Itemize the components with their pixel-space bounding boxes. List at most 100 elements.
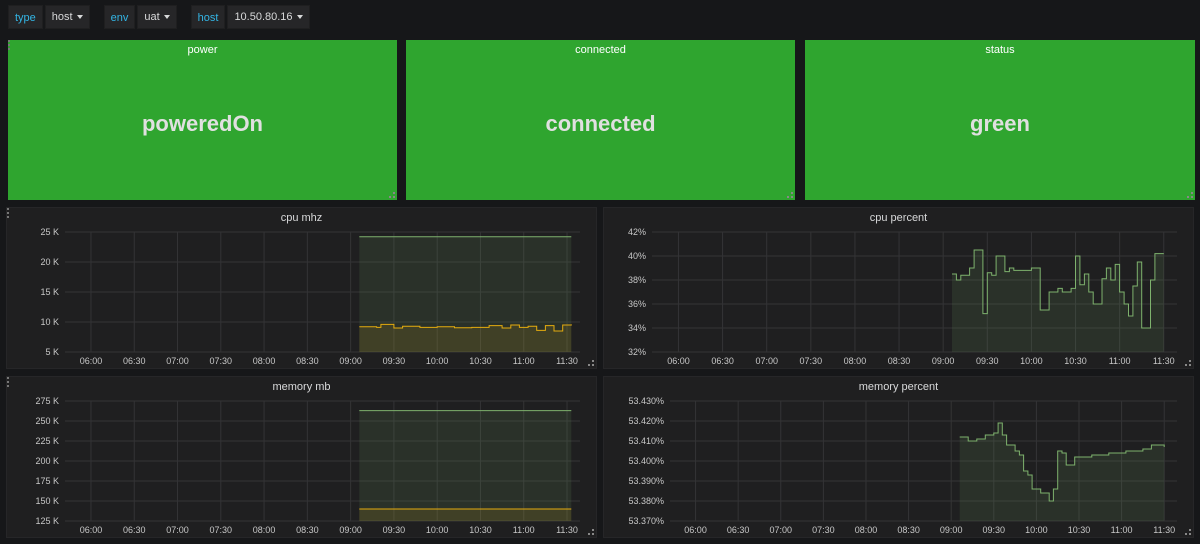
x-tick-label: 10:00 — [1020, 356, 1043, 366]
y-tick-label: 53.370% — [628, 516, 664, 526]
series-area — [359, 509, 572, 521]
y-tick-label: 53.400% — [628, 456, 664, 466]
chart-cpu-percent: 32% 34% 36% 38% 40% 42% 06:00 06:30 07:00 07:30 08… — [628, 227, 1177, 366]
y-tick-label: 53.430% — [628, 396, 664, 406]
x-tick-label: 10:30 — [1068, 525, 1091, 535]
variable-value-env: uat — [144, 11, 160, 23]
x-tick-label: 10:30 — [469, 525, 492, 535]
x-tick-label: 09:30 — [383, 356, 406, 366]
x-tick-label: 06:30 — [123, 525, 146, 535]
variable-host: host 10.50.80.16 — [190, 5, 310, 29]
variable-select-env[interactable]: uat — [137, 5, 177, 29]
y-tick-label: 10 K — [40, 317, 59, 327]
x-tick-label: 06:00 — [684, 525, 707, 535]
resize-handle-icon[interactable] — [1185, 529, 1191, 535]
x-tick-label: 08:30 — [888, 356, 911, 366]
x-tick-label: 10:00 — [1025, 525, 1048, 535]
x-tick-label: 07:00 — [755, 356, 778, 366]
x-tick-label: 06:00 — [80, 525, 103, 535]
x-tick-label: 09:00 — [339, 356, 362, 366]
resize-handle-icon[interactable] — [588, 360, 594, 366]
y-tick-label: 125 K — [35, 516, 59, 526]
x-tick-label: 06:30 — [711, 356, 734, 366]
y-tick-label: 53.410% — [628, 436, 664, 446]
stat-panel-status[interactable]: status green — [805, 40, 1195, 200]
x-tick-label: 10:00 — [426, 356, 449, 366]
variable-env: env uat — [103, 5, 177, 29]
variable-label-host: host — [190, 5, 226, 29]
template-variables-bar: type host env uat host 10.50.80.16 — [8, 5, 324, 29]
x-tick-label: 06:30 — [123, 356, 146, 366]
x-tick-label: 09:00 — [932, 356, 955, 366]
y-tick-label: 32% — [628, 347, 646, 357]
x-tick-label: 07:00 — [770, 525, 793, 535]
x-tick-label: 10:00 — [426, 525, 449, 535]
x-tick-label: 08:00 — [253, 525, 276, 535]
variable-label-type: type — [8, 5, 43, 29]
x-tick-label: 06:00 — [667, 356, 690, 366]
x-tick-label: 09:00 — [940, 525, 963, 535]
y-tick-label: 150 K — [35, 496, 59, 506]
variable-value-host: 10.50.80.16 — [234, 11, 293, 23]
y-tick-label: 53.380% — [628, 496, 664, 506]
stat-value: green — [970, 111, 1030, 136]
y-tick-label: 42% — [628, 227, 646, 237]
resize-handle-icon[interactable] — [389, 192, 395, 198]
graph-panel-memory-mb[interactable]: memory mb 125 K 150 K 175 K 200 K 225 K 250 K… — [6, 376, 597, 538]
x-tick-label: 09:00 — [339, 525, 362, 535]
y-tick-label: 34% — [628, 323, 646, 333]
chart-memory-mb: 125 K 150 K 175 K 200 K 225 K 250 K 275 K 06:00… — [35, 396, 580, 535]
x-tick-label: 11:30 — [1153, 525, 1175, 535]
variable-label-env: env — [103, 5, 136, 29]
resize-handle-icon[interactable] — [1187, 192, 1193, 198]
x-tick-label: 11:00 — [1109, 356, 1131, 366]
x-tick-label: 08:30 — [296, 525, 319, 535]
caret-down-icon — [296, 15, 303, 19]
x-tick-label: 08:00 — [253, 356, 276, 366]
graph-panel-memory-percent[interactable]: memory percent 53.370% 53.380% 53.390% 53.4… — [603, 376, 1194, 538]
chart-memory-percent: 53.370% 53.380% 53.390% 53.400% 53.410% 53.42… — [628, 396, 1177, 535]
stat-panel-connected[interactable]: connected connected — [406, 40, 795, 200]
graph-panel-cpu-mhz[interactable]: cpu mhz 5 K 10 K 15 K 20 K 25 K 06:00 06:30 07:… — [6, 207, 597, 369]
resize-handle-icon[interactable] — [787, 192, 793, 198]
x-tick-label: 11:00 — [1111, 525, 1133, 535]
x-tick-label: 07:00 — [166, 356, 189, 366]
y-tick-label: 15 K — [40, 287, 59, 297]
y-tick-label: 36% — [628, 299, 646, 309]
x-tick-label: 08:00 — [855, 525, 878, 535]
x-tick-label: 11:00 — [513, 356, 535, 366]
y-tick-label: 20 K — [40, 257, 59, 267]
series-area — [359, 410, 572, 521]
variable-select-type[interactable]: host — [44, 5, 90, 29]
resize-handle-icon[interactable] — [588, 529, 594, 535]
y-tick-label: 175 K — [35, 476, 59, 486]
x-tick-label: 08:30 — [296, 356, 319, 366]
x-tick-label: 11:00 — [513, 525, 535, 535]
x-tick-label: 08:00 — [844, 356, 867, 366]
y-tick-label: 200 K — [35, 456, 59, 466]
x-tick-label: 09:30 — [383, 525, 406, 535]
y-tick-label: 40% — [628, 251, 646, 261]
variable-type: type host — [8, 5, 90, 29]
y-tick-label: 53.390% — [628, 476, 664, 486]
x-tick-label: 11:30 — [556, 525, 578, 535]
y-tick-label: 25 K — [40, 227, 59, 237]
resize-handle-icon[interactable] — [1185, 360, 1191, 366]
x-tick-label: 07:30 — [812, 525, 835, 535]
x-tick-label: 10:30 — [469, 356, 492, 366]
graph-panel-cpu-percent[interactable]: cpu percent 32% 34% 36% 38% 40% 42% 06:00 06:30… — [603, 207, 1194, 369]
x-tick-label: 09:30 — [976, 356, 999, 366]
series-area — [959, 423, 1165, 521]
stat-panel-power[interactable]: power poweredOn — [8, 40, 397, 200]
x-tick-label: 07:30 — [210, 356, 233, 366]
stat-value: poweredOn — [141, 111, 263, 136]
y-tick-label: 53.420% — [628, 416, 664, 426]
y-tick-label: 225 K — [35, 436, 59, 446]
series-area — [952, 250, 1164, 352]
x-tick-label: 06:30 — [727, 525, 750, 535]
y-tick-label: 5 K — [45, 347, 59, 357]
variable-select-host[interactable]: 10.50.80.16 — [227, 5, 310, 29]
chart-cpu-mhz: 5 K 10 K 15 K 20 K 25 K 06:00 06:30 07:00 07:30 0… — [40, 227, 580, 366]
x-tick-label: 08:30 — [897, 525, 920, 535]
x-tick-label: 07:00 — [166, 525, 189, 535]
